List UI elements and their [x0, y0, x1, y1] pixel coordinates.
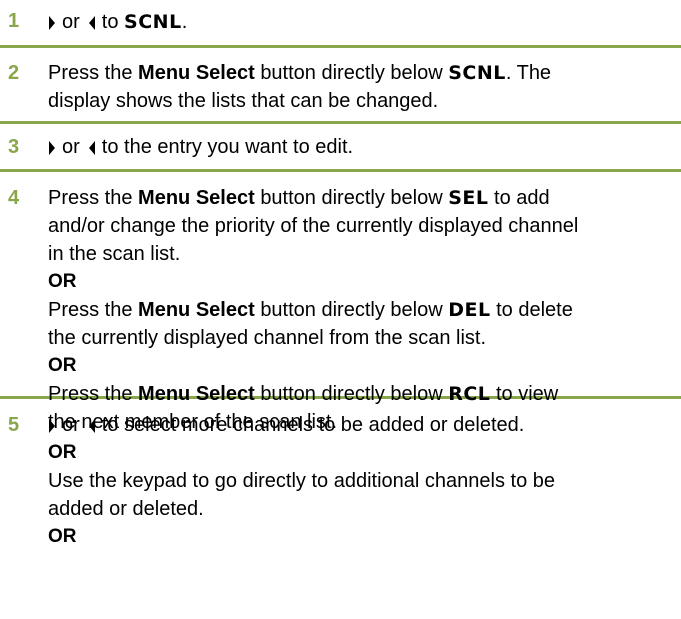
lcd-label-del: DEL [448, 299, 491, 321]
step-line: and/or change the priority of the curren… [48, 215, 579, 237]
step-text: to the entry you want to edit. [101, 136, 354, 158]
step-line: Use the keypad to go directly to additio… [48, 470, 555, 492]
menu-select-label: Menu Select [138, 62, 255, 84]
step-line: added or deleted. [48, 498, 204, 520]
to-text: to [101, 11, 119, 33]
step-number: 1 [8, 10, 20, 32]
step-number: 5 [8, 414, 20, 436]
step-text: to select more channels to be added or d… [101, 414, 525, 436]
procedure-steps: 1 or to SCNL. 2 Press the Menu Select but… [0, 0, 681, 613]
step-1: 1 or to SCNL. [0, 0, 681, 48]
lcd-label-scnl: SCNL [448, 62, 506, 84]
lcd-label-scnl: SCNL [124, 11, 182, 33]
step-line: or to select more channels to be added or… [48, 411, 673, 439]
or-label: OR [48, 271, 77, 292]
step-4: 4 Press the Menu Select button directly … [0, 172, 681, 433]
step-number: 4 [8, 187, 20, 209]
step-line: Press the Menu Select button directly be… [48, 299, 573, 321]
left-arrow-icon [88, 140, 95, 155]
period: . [181, 11, 188, 33]
step-3: 3 or to the entry you want to edit. [0, 124, 681, 172]
or-text: or [62, 414, 80, 436]
right-arrow-icon [49, 418, 55, 433]
step-number: 2 [8, 62, 20, 84]
menu-select-label: Menu Select [138, 187, 255, 209]
step-number: 3 [8, 136, 20, 158]
right-arrow-icon [49, 140, 55, 155]
step-line: Press the Menu Select button directly be… [48, 62, 552, 84]
step-line: the currently displayed channel from the… [48, 327, 486, 349]
menu-select-label: Menu Select [138, 299, 255, 321]
or-label: OR [48, 442, 77, 463]
step-5: 5 or to select more channels to be added … [0, 399, 681, 613]
left-arrow-icon [88, 418, 95, 433]
step-line: display shows the lists that can be chan… [48, 90, 439, 112]
step-line: Press the Menu Select button directly be… [48, 187, 550, 209]
step-line: in the scan list. [48, 243, 181, 265]
right-arrow-icon [49, 15, 55, 30]
or-text: or [62, 136, 80, 158]
step-2: 2 Press the Menu Select button directly … [0, 48, 681, 124]
left-arrow-icon [88, 15, 95, 30]
or-label: OR [48, 526, 77, 547]
or-text: or [62, 11, 80, 33]
lcd-label-sel: SEL [448, 187, 489, 209]
or-label: OR [48, 355, 77, 376]
